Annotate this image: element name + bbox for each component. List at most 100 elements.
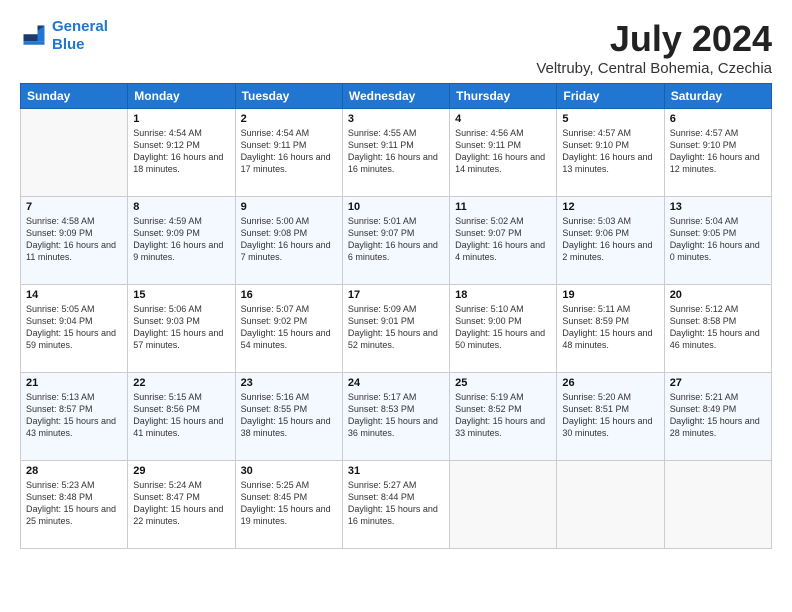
day-number: 8 bbox=[133, 201, 229, 213]
day-number: 11 bbox=[455, 201, 551, 213]
day-info: Sunrise: 5:11 AMSunset: 8:59 PMDaylight:… bbox=[562, 303, 658, 352]
day-number: 13 bbox=[670, 201, 766, 213]
day-info: Sunrise: 5:04 AMSunset: 9:05 PMDaylight:… bbox=[670, 215, 766, 264]
day-info: Sunrise: 5:03 AMSunset: 9:06 PMDaylight:… bbox=[562, 215, 658, 264]
table-row: 11 Sunrise: 5:02 AMSunset: 9:07 PMDayligh… bbox=[450, 197, 557, 285]
table-row: 3 Sunrise: 4:55 AMSunset: 9:11 PMDaylight… bbox=[342, 109, 449, 197]
day-number: 31 bbox=[348, 465, 444, 477]
day-number: 15 bbox=[133, 289, 229, 301]
day-number: 1 bbox=[133, 113, 229, 125]
day-number: 10 bbox=[348, 201, 444, 213]
day-info: Sunrise: 5:25 AMSunset: 8:45 PMDaylight:… bbox=[241, 479, 337, 528]
table-row: 16 Sunrise: 5:07 AMSunset: 9:02 PMDayligh… bbox=[235, 285, 342, 373]
table-row: 4 Sunrise: 4:56 AMSunset: 9:11 PMDaylight… bbox=[450, 109, 557, 197]
day-number: 7 bbox=[26, 201, 122, 213]
day-number: 24 bbox=[348, 377, 444, 389]
col-wednesday: Wednesday bbox=[342, 84, 449, 109]
location-title: Veltruby, Central Bohemia, Czechia bbox=[536, 60, 772, 77]
table-row: 27 Sunrise: 5:21 AMSunset: 8:49 PMDayligh… bbox=[664, 373, 771, 461]
day-info: Sunrise: 5:09 AMSunset: 9:01 PMDaylight:… bbox=[348, 303, 444, 352]
table-row: 12Sunrise: 5:03 AMSunset: 9:06 PMDayligh… bbox=[557, 197, 664, 285]
month-title: July 2024 bbox=[536, 18, 772, 60]
calendar-container: General Blue July 2024 Veltruby, Central… bbox=[0, 0, 792, 559]
table-row bbox=[557, 461, 664, 549]
logo-line1: General bbox=[52, 18, 108, 35]
table-row: 15Sunrise: 5:06 AMSunset: 9:03 PMDayligh… bbox=[128, 285, 235, 373]
day-info: Sunrise: 5:21 AMSunset: 8:49 PMDaylight:… bbox=[670, 391, 766, 440]
table-row: 24 Sunrise: 5:17 AMSunset: 8:53 PMDayligh… bbox=[342, 373, 449, 461]
day-info: Sunrise: 5:12 AMSunset: 8:58 PMDaylight:… bbox=[670, 303, 766, 352]
calendar-week-row: 1 Sunrise: 4:54 AMSunset: 9:12 PMDaylight… bbox=[21, 109, 772, 197]
table-row: 8 Sunrise: 4:59 AMSunset: 9:09 PMDaylight… bbox=[128, 197, 235, 285]
day-number: 3 bbox=[348, 113, 444, 125]
day-info: Sunrise: 5:17 AMSunset: 8:53 PMDaylight:… bbox=[348, 391, 444, 440]
table-row: 13 Sunrise: 5:04 AMSunset: 9:05 PMDayligh… bbox=[664, 197, 771, 285]
table-row: 28 Sunrise: 5:23 AMSunset: 8:48 PMDayligh… bbox=[21, 461, 128, 549]
day-info: Sunrise: 4:56 AMSunset: 9:11 PMDaylight:… bbox=[455, 127, 551, 176]
day-info: Sunrise: 4:59 AMSunset: 9:09 PMDaylight:… bbox=[133, 215, 229, 264]
col-thursday: Thursday bbox=[450, 84, 557, 109]
day-number: 16 bbox=[241, 289, 337, 301]
col-tuesday: Tuesday bbox=[235, 84, 342, 109]
day-number: 28 bbox=[26, 465, 122, 477]
col-friday: Friday bbox=[557, 84, 664, 109]
logo: General Blue bbox=[20, 18, 108, 54]
table-row bbox=[664, 461, 771, 549]
day-info: Sunrise: 5:01 AMSunset: 9:07 PMDaylight:… bbox=[348, 215, 444, 264]
table-row: 1 Sunrise: 4:54 AMSunset: 9:12 PMDaylight… bbox=[128, 109, 235, 197]
day-number: 23 bbox=[241, 377, 337, 389]
day-number: 26 bbox=[562, 377, 658, 389]
day-info: Sunrise: 5:07 AMSunset: 9:02 PMDaylight:… bbox=[241, 303, 337, 352]
day-info: Sunrise: 4:58 AMSunset: 9:09 PMDaylight:… bbox=[26, 215, 122, 264]
day-info: Sunrise: 5:13 AMSunset: 8:57 PMDaylight:… bbox=[26, 391, 122, 440]
table-row: 7 Sunrise: 4:58 AMSunset: 9:09 PMDaylight… bbox=[21, 197, 128, 285]
day-info: Sunrise: 4:54 AMSunset: 9:12 PMDaylight:… bbox=[133, 127, 229, 176]
day-info: Sunrise: 5:16 AMSunset: 8:55 PMDaylight:… bbox=[241, 391, 337, 440]
calendar-table: Sunday Monday Tuesday Wednesday Thursday… bbox=[20, 83, 772, 549]
day-info: Sunrise: 4:54 AMSunset: 9:11 PMDaylight:… bbox=[241, 127, 337, 176]
table-row: 21Sunrise: 5:13 AMSunset: 8:57 PMDayligh… bbox=[21, 373, 128, 461]
logo-icon bbox=[20, 22, 48, 50]
day-info: Sunrise: 5:05 AMSunset: 9:04 PMDaylight:… bbox=[26, 303, 122, 352]
table-row: 22Sunrise: 5:15 AMSunset: 8:56 PMDayligh… bbox=[128, 373, 235, 461]
table-row: 2Sunrise: 4:54 AMSunset: 9:11 PMDaylight… bbox=[235, 109, 342, 197]
col-monday: Monday bbox=[128, 84, 235, 109]
table-row: 26 Sunrise: 5:20 AMSunset: 8:51 PMDayligh… bbox=[557, 373, 664, 461]
day-number: 27 bbox=[670, 377, 766, 389]
col-saturday: Saturday bbox=[664, 84, 771, 109]
day-number: 6 bbox=[670, 113, 766, 125]
day-number: 25 bbox=[455, 377, 551, 389]
logo-line2: Blue bbox=[52, 36, 85, 53]
logo-text: General Blue bbox=[52, 18, 108, 54]
col-sunday: Sunday bbox=[21, 84, 128, 109]
day-number: 18 bbox=[455, 289, 551, 301]
calendar-week-row: 28 Sunrise: 5:23 AMSunset: 8:48 PMDayligh… bbox=[21, 461, 772, 549]
day-number: 17 bbox=[348, 289, 444, 301]
header-row: General Blue July 2024 Veltruby, Central… bbox=[20, 18, 772, 77]
table-row: 9 Sunrise: 5:00 AMSunset: 9:08 PMDaylight… bbox=[235, 197, 342, 285]
table-row: 17 Sunrise: 5:09 AMSunset: 9:01 PMDayligh… bbox=[342, 285, 449, 373]
day-number: 9 bbox=[241, 201, 337, 213]
calendar-header-row: Sunday Monday Tuesday Wednesday Thursday… bbox=[21, 84, 772, 109]
day-info: Sunrise: 5:20 AMSunset: 8:51 PMDaylight:… bbox=[562, 391, 658, 440]
day-info: Sunrise: 5:23 AMSunset: 8:48 PMDaylight:… bbox=[26, 479, 122, 528]
table-row: 31Sunrise: 5:27 AMSunset: 8:44 PMDayligh… bbox=[342, 461, 449, 549]
day-number: 30 bbox=[241, 465, 337, 477]
table-row: 19Sunrise: 5:11 AMSunset: 8:59 PMDayligh… bbox=[557, 285, 664, 373]
calendar-week-row: 21Sunrise: 5:13 AMSunset: 8:57 PMDayligh… bbox=[21, 373, 772, 461]
day-number: 22 bbox=[133, 377, 229, 389]
table-row: 20Sunrise: 5:12 AMSunset: 8:58 PMDayligh… bbox=[664, 285, 771, 373]
day-number: 14 bbox=[26, 289, 122, 301]
day-info: Sunrise: 4:55 AMSunset: 9:11 PMDaylight:… bbox=[348, 127, 444, 176]
table-row: 6 Sunrise: 4:57 AMSunset: 9:10 PMDaylight… bbox=[664, 109, 771, 197]
day-number: 29 bbox=[133, 465, 229, 477]
table-row: 30 Sunrise: 5:25 AMSunset: 8:45 PMDayligh… bbox=[235, 461, 342, 549]
day-info: Sunrise: 5:24 AMSunset: 8:47 PMDaylight:… bbox=[133, 479, 229, 528]
day-info: Sunrise: 5:02 AMSunset: 9:07 PMDaylight:… bbox=[455, 215, 551, 264]
table-row: 18Sunrise: 5:10 AMSunset: 9:00 PMDayligh… bbox=[450, 285, 557, 373]
day-info: Sunrise: 5:19 AMSunset: 8:52 PMDaylight:… bbox=[455, 391, 551, 440]
table-row: 10 Sunrise: 5:01 AMSunset: 9:07 PMDayligh… bbox=[342, 197, 449, 285]
day-info: Sunrise: 4:57 AMSunset: 9:10 PMDaylight:… bbox=[670, 127, 766, 176]
day-info: Sunrise: 5:00 AMSunset: 9:08 PMDaylight:… bbox=[241, 215, 337, 264]
day-number: 4 bbox=[455, 113, 551, 125]
